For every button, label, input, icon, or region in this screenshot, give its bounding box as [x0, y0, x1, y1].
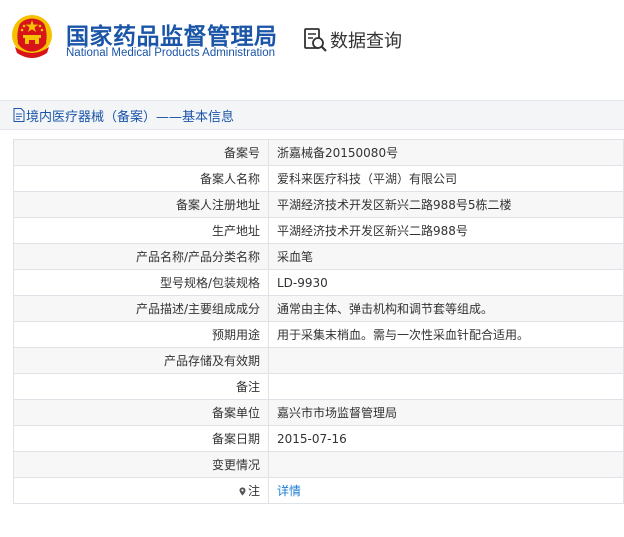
table-row-note: 注 详情: [13, 477, 624, 504]
table-row: 产品描述/主要组成成分 通常由主体、弹击机构和调节套等组成。: [13, 295, 624, 322]
breadcrumb-text: 境内医疗器械（备案）——基本信息: [26, 110, 235, 125]
brand-name-chinese: 国家药品监督管理局: [66, 24, 278, 50]
record-detail-table: 备案号 浙嘉械备20150080号 备案人名称 爱科来医疗科技（平湖）有限公司 …: [13, 139, 624, 504]
field-value: 通常由主体、弹击机构和调节套等组成。: [268, 295, 624, 322]
field-value: 爱科来医疗科技（平湖）有限公司: [268, 165, 624, 192]
field-value: 浙嘉械备20150080号: [268, 139, 624, 166]
site-header: 国家药品监督管理局 National Medical Products Admi…: [0, 0, 624, 86]
table-row: 备注: [13, 373, 624, 400]
pin-icon: [239, 487, 246, 496]
field-value: 用于采集末梢血。需与一次性采血针配合适用。: [268, 321, 624, 348]
field-label: 备案号: [13, 139, 269, 166]
field-value: [268, 373, 624, 400]
field-label: 备案单位: [13, 399, 269, 426]
field-value: 2015-07-16: [268, 425, 624, 452]
field-label: 备案日期: [13, 425, 269, 452]
field-label: 产品名称/产品分类名称: [13, 243, 269, 270]
breadcrumb: 境内医疗器械（备案）——基本信息: [0, 100, 624, 130]
field-value: 采血笔: [268, 243, 624, 270]
document-icon: [13, 108, 25, 122]
table-row: 型号规格/包装规格 LD-9930: [13, 269, 624, 296]
table-row: 产品存储及有效期: [13, 347, 624, 374]
national-emblem-icon: [12, 15, 52, 58]
field-value: [268, 451, 624, 478]
table-row: 产品名称/产品分类名称 采血笔: [13, 243, 624, 270]
field-label: 产品存储及有效期: [13, 347, 269, 374]
field-value: 嘉兴市市场监督管理局: [268, 399, 624, 426]
table-row: 预期用途 用于采集末梢血。需与一次性采血针配合适用。: [13, 321, 624, 348]
detail-link[interactable]: 详情: [277, 484, 301, 498]
table-row: 备案号 浙嘉械备20150080号: [13, 139, 624, 166]
table-row: 备案日期 2015-07-16: [13, 425, 624, 452]
note-label-cell: 注: [13, 477, 269, 504]
table-row: 备案人名称 爱科来医疗科技（平湖）有限公司: [13, 165, 624, 192]
field-label: 型号规格/包装规格: [13, 269, 269, 296]
data-query-icon: [304, 28, 327, 52]
table-row: 生产地址 平湖经济技术开发区新兴二路988号: [13, 217, 624, 244]
field-label: 产品描述/主要组成成分: [13, 295, 269, 322]
field-label: 预期用途: [13, 321, 269, 348]
table-row: 备案人注册地址 平湖经济技术开发区新兴二路988号5栋二楼: [13, 191, 624, 218]
note-label: 注: [247, 484, 260, 498]
field-label: 备案人名称: [13, 165, 269, 192]
field-value: LD-9930: [268, 269, 624, 296]
field-value: 平湖经济技术开发区新兴二路988号: [268, 217, 624, 244]
field-value: 平湖经济技术开发区新兴二路988号5栋二楼: [268, 191, 624, 218]
field-label: 生产地址: [13, 217, 269, 244]
detail-cell: 详情: [268, 477, 624, 504]
data-query-title: 数据查询: [330, 31, 402, 52]
field-value: [268, 347, 624, 374]
field-label: 备注: [13, 373, 269, 400]
field-label: 备案人注册地址: [13, 191, 269, 218]
brand-name-english: National Medical Products Administration: [66, 47, 276, 59]
field-label: 变更情况: [13, 451, 269, 478]
table-row: 变更情况: [13, 451, 624, 478]
table-row: 备案单位 嘉兴市市场监督管理局: [13, 399, 624, 426]
